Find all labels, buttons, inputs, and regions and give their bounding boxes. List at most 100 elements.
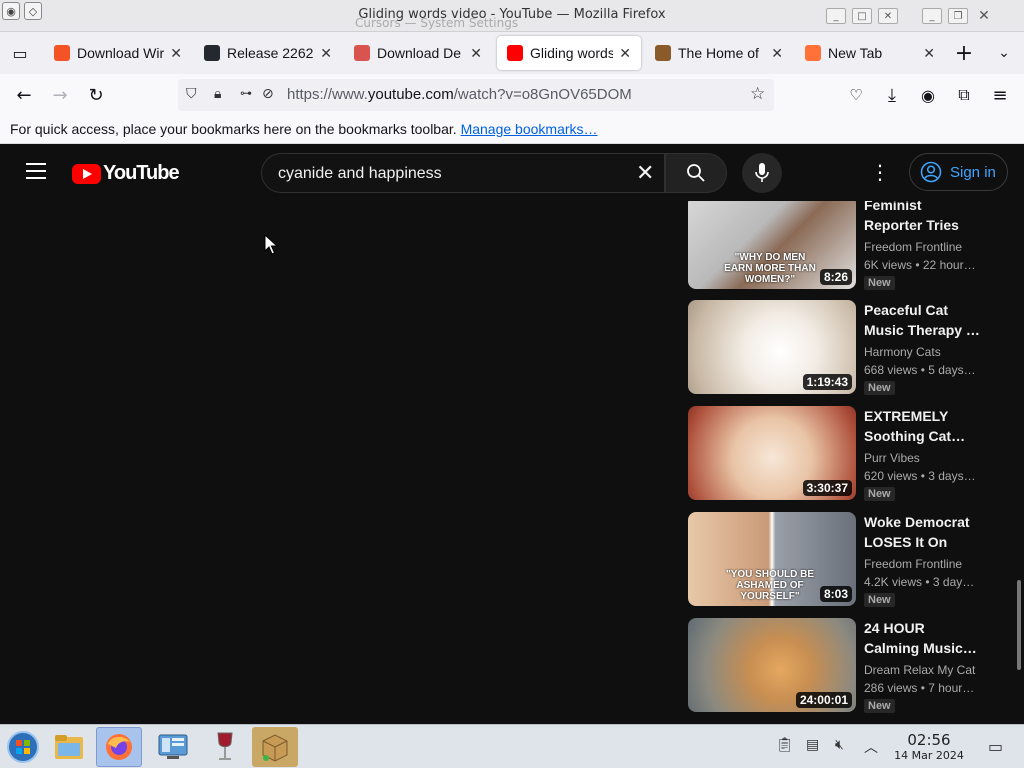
video-title[interactable]: Peaceful Cat Music Therapy … <box>864 300 980 340</box>
search-icon <box>687 164 705 182</box>
close-button[interactable]: ✕ <box>974 8 994 24</box>
video-metadata: 620 views • 3 days… <box>864 469 976 483</box>
search-input[interactable] <box>278 163 618 185</box>
related-video-item[interactable]: 24:00:01 24 HOUR Calming Music… Dream Rela… <box>688 618 1008 714</box>
tab-close-icon[interactable]: ✕ <box>170 45 182 62</box>
maximize-icon[interactable]: □ <box>852 8 872 24</box>
youtube-icon <box>507 45 523 61</box>
related-videos-list: "WHY DO MEN EARN MORE THAN WOMEN?" 8:26 Fe… <box>688 201 1008 724</box>
tab-close-icon[interactable]: ✕ <box>619 45 631 62</box>
windows-logo-icon <box>54 45 70 61</box>
search-button[interactable] <box>665 153 727 193</box>
tab-label: The Home of <box>678 45 759 61</box>
channel-name[interactable]: Freedom Frontline <box>864 557 962 571</box>
permissions-icon[interactable]: ⊶ <box>240 86 252 100</box>
page-scrollbar[interactable] <box>1017 580 1021 670</box>
system-settings-button[interactable] <box>150 727 196 767</box>
related-video-item[interactable]: 1:19:43 Peaceful Cat Music Therapy … Harmo… <box>688 300 1008 396</box>
channel-name[interactable]: Dream Relax My Cat <box>864 663 975 677</box>
channel-name[interactable]: Purr Vibes <box>864 451 920 465</box>
youtube-logo[interactable]: YouTube <box>72 162 180 185</box>
restore-button[interactable]: ❐ <box>948 8 968 24</box>
minimize-button[interactable]: _ <box>922 8 942 24</box>
package-installer-icon <box>262 734 288 762</box>
video-title[interactable]: Feminist Reporter Tries T… <box>864 201 980 235</box>
clear-search-icon[interactable]: ✕ <box>636 161 654 186</box>
related-video-item[interactable]: 3:30:37 EXTREMELY Soothing Cat… Purr Vibes… <box>688 406 1008 502</box>
guide-menu-icon[interactable] <box>26 163 46 179</box>
youtube-play-icon <box>72 163 101 184</box>
tab-0[interactable]: Download Wir ✕ <box>44 36 192 70</box>
tracking-protection-shield-icon[interactable]: ⛉ <box>186 86 197 102</box>
back-button[interactable]: ← <box>12 83 36 107</box>
firefox-taskbar-button[interactable] <box>96 727 142 767</box>
app-menu-icon[interactable]: ≡ <box>988 83 1012 107</box>
clipboard-icon[interactable]: 📋︎ <box>776 737 794 753</box>
system-clock[interactable]: 02:56 14 Mar 2024 <box>888 731 970 762</box>
mouse-pointer-icon <box>264 234 278 255</box>
tab-list-icon[interactable]: ▭ <box>8 41 32 65</box>
settings-more-icon[interactable]: ⋮ <box>868 161 892 185</box>
video-metadata: 668 views • 5 days… <box>864 363 976 377</box>
package-installer-button[interactable] <box>252 727 298 767</box>
video-thumbnail[interactable]: 1:19:43 <box>688 300 856 394</box>
video-thumbnail[interactable]: "YOU SHOULD BE ASHAMED OF YOURSELF" 8:03 <box>688 512 856 606</box>
reload-button[interactable]: ↻ <box>84 83 108 107</box>
new-badge: New <box>864 699 895 713</box>
tab-close-icon[interactable]: ✕ <box>771 45 783 62</box>
new-tab-button[interactable]: + <box>952 41 976 66</box>
video-title[interactable]: 24 HOUR Calming Music… <box>864 618 980 658</box>
channel-name[interactable]: Harmony Cats <box>864 345 941 359</box>
tab-close-icon[interactable]: ✕ <box>320 45 332 62</box>
tab-label: Download De <box>377 45 462 61</box>
voice-search-button[interactable] <box>742 153 782 193</box>
clock-time: 02:56 <box>907 731 951 749</box>
video-duration: 24:00:01 <box>795 692 852 708</box>
start-menu-button[interactable] <box>0 727 46 767</box>
tab-close-icon[interactable]: ✕ <box>470 45 482 62</box>
wine-button[interactable] <box>202 727 248 767</box>
related-video-item[interactable]: "WHY DO MEN EARN MORE THAN WOMEN?" 8:26 Fe… <box>688 201 1008 291</box>
thumbnail-caption: "YOU SHOULD BE ASHAMED OF YOURSELF" <box>725 569 815 602</box>
channel-name[interactable]: Freedom Frontline <box>864 240 962 254</box>
video-metadata: 286 views • 7 hour… <box>864 681 975 695</box>
tray-expand-chevron-icon[interactable]: ︿ <box>864 737 878 757</box>
taskbar: 📋︎ ▤ 🔇︎ ︿ 02:56 14 Mar 2024 ▭ <box>0 724 1024 768</box>
close-icon[interactable]: ✕ <box>878 8 898 24</box>
tab-4[interactable]: The Home of ✕ <box>645 36 793 70</box>
youtube-header: YouTube ✕ ⋮ Sign in <box>0 145 1024 201</box>
related-video-item[interactable]: "YOU SHOULD BE ASHAMED OF YOURSELF" 8:03 W… <box>688 512 1008 608</box>
lock-icon[interactable]: 🔒︎ <box>214 86 221 102</box>
window-controls: _ ❐ ✕ <box>922 8 994 24</box>
volume-muted-icon[interactable]: 🔇︎ <box>835 737 844 753</box>
autoplay-blocked-icon[interactable]: ⊘ <box>262 86 274 102</box>
tab-overflow-chevron-icon[interactable]: ⌄ <box>992 41 1016 65</box>
video-thumbnail[interactable]: "WHY DO MEN EARN MORE THAN WOMEN?" 8:26 <box>688 201 856 289</box>
url-text[interactable]: https://www.youtube.com/watch?v=o8GnOV65… <box>287 86 632 103</box>
video-title[interactable]: Woke Democrat LOSES It On LIV… <box>864 512 980 552</box>
manage-bookmarks-link[interactable]: Manage bookmarks… <box>461 121 598 137</box>
url-bar[interactable]: ⛉ 🔒︎ ⊶ ⊘ https://www.youtube.com/watch?v… <box>178 79 774 111</box>
minimize-icon[interactable]: _ <box>826 8 846 24</box>
tab-close-icon[interactable]: ✕ <box>923 45 935 62</box>
account-circle-icon <box>920 161 942 183</box>
sign-in-button[interactable]: Sign in <box>909 153 1008 191</box>
account-icon[interactable]: ◉ <box>916 83 940 107</box>
tab-label: New Tab <box>828 45 883 61</box>
video-title[interactable]: EXTREMELY Soothing Cat… <box>864 406 980 446</box>
notifications-icon[interactable]: ▤ <box>806 737 819 753</box>
file-manager-button[interactable] <box>46 727 92 767</box>
bookmark-star-icon[interactable]: ☆ <box>750 84 765 104</box>
tab-3[interactable]: Gliding words ✕ <box>497 36 641 70</box>
downloads-icon[interactable]: ⤓ <box>880 83 904 107</box>
tab-5[interactable]: New Tab ✕ <box>795 36 945 70</box>
video-thumbnail[interactable]: 3:30:37 <box>688 406 856 500</box>
show-desktop-icon[interactable]: ▭ <box>988 737 1003 756</box>
video-thumbnail[interactable]: 24:00:01 <box>688 618 856 712</box>
tab-1[interactable]: Release 2262 ✕ <box>194 36 342 70</box>
pocket-icon[interactable]: ♡ <box>844 83 868 107</box>
tab-2[interactable]: Download De ✕ <box>344 36 492 70</box>
forward-button[interactable]: → <box>48 83 72 107</box>
extensions-icon[interactable]: ⧉ <box>952 83 976 107</box>
thumbnail-caption: "WHY DO MEN EARN MORE THAN WOMEN?" <box>724 252 816 285</box>
